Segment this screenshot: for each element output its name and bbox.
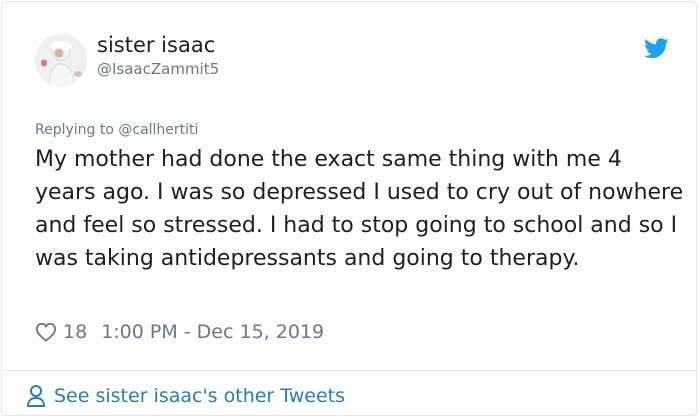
see-other-tweets-label: See sister isaac's other Tweets [54, 385, 346, 407]
avatar[interactable] [35, 34, 87, 86]
tweet-meta: 18 1:00 PM - Dec 15, 2019 [35, 319, 324, 345]
tweet-text: My mother had done the exact same thing … [35, 147, 684, 271]
twitter-bird-icon[interactable] [644, 38, 669, 59]
avatar-image [35, 34, 87, 86]
divider [2, 370, 696, 371]
like-count[interactable]: 18 [63, 321, 87, 343]
replying-to-label: Replying to @callhertiti [35, 122, 199, 138]
tweet-timestamp[interactable]: 1:00 PM - Dec 15, 2019 [101, 321, 324, 343]
display-name[interactable]: sister isaac [97, 33, 215, 57]
heart-icon[interactable] [35, 322, 57, 342]
see-other-tweets-link[interactable]: See sister isaac's other Tweets [26, 383, 345, 409]
person-icon [27, 385, 45, 407]
tweet-card: sister isaac @IsaacZammit5 Replying to @… [1, 1, 697, 416]
user-handle[interactable]: @IsaacZammit5 [97, 60, 219, 78]
